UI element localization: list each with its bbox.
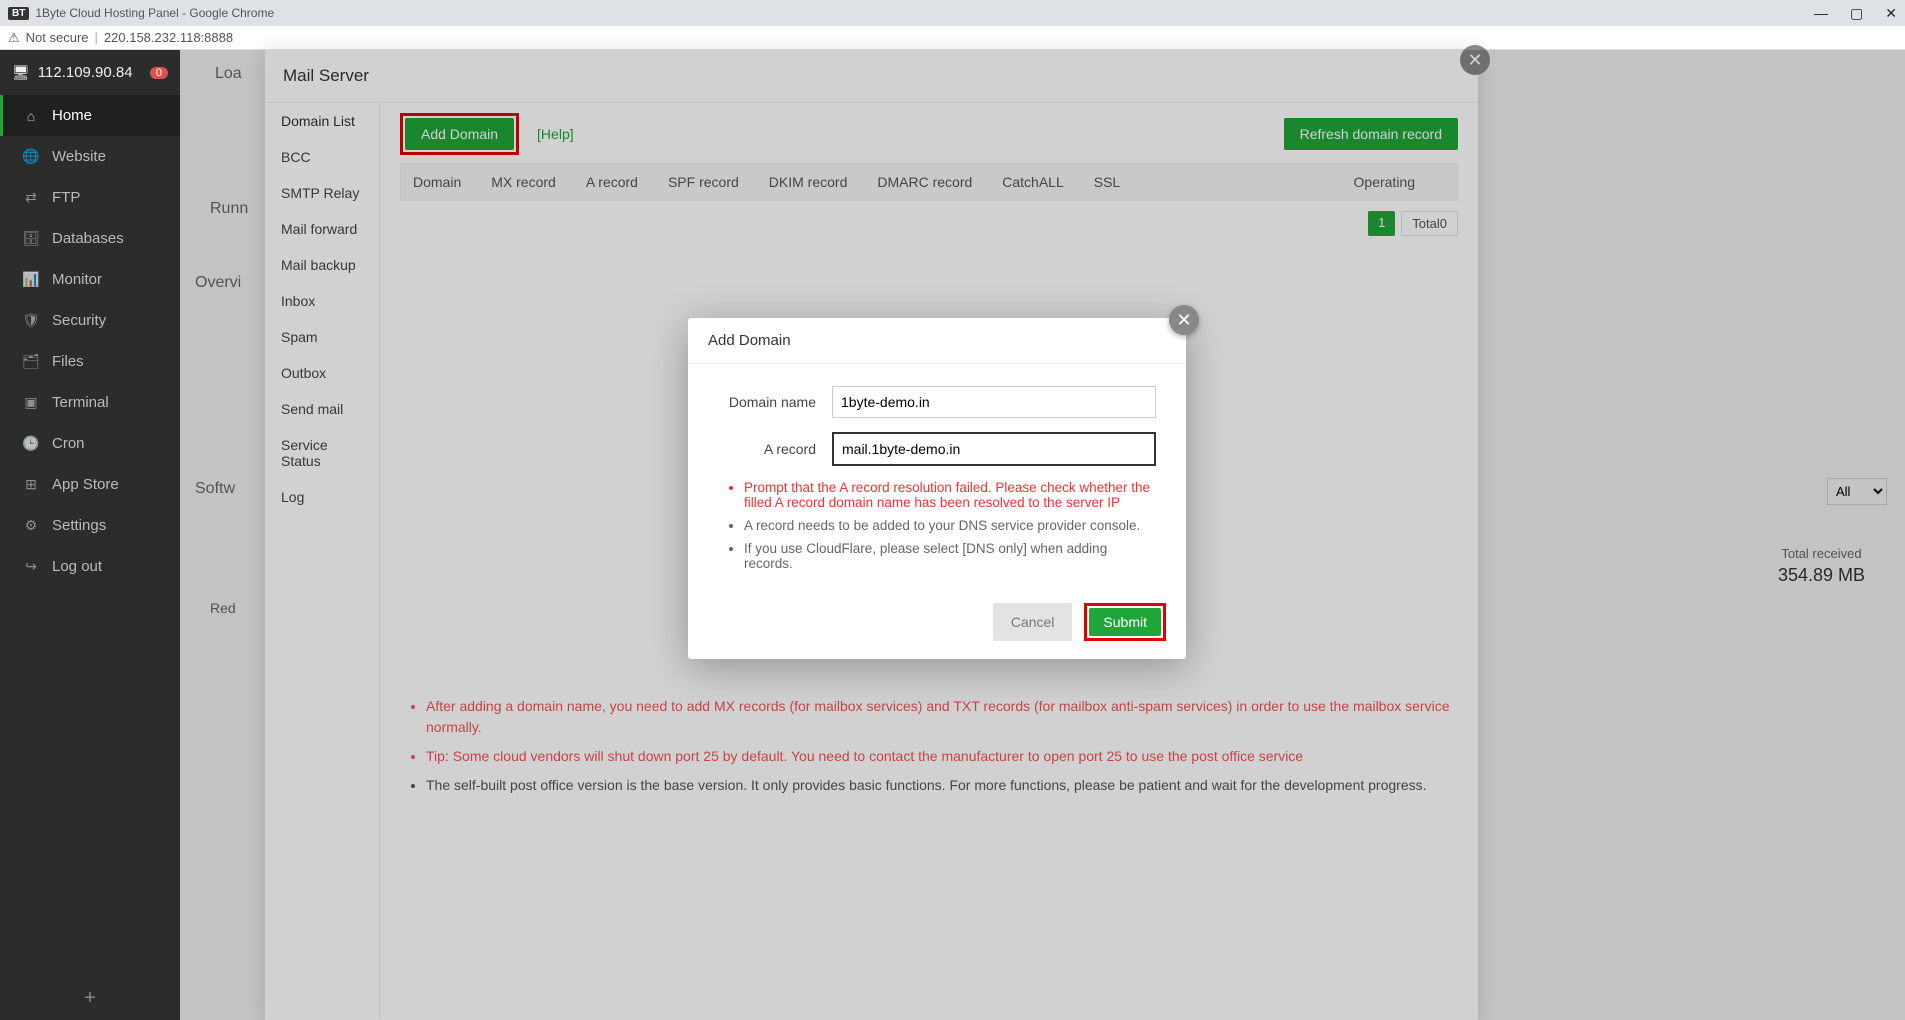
minimize-icon[interactable]: — — [1814, 5, 1828, 22]
sidebar-item-ftp[interactable]: ⇄ FTP — [0, 177, 180, 218]
nav-label: App Store — [52, 476, 119, 493]
nav-label: Monitor — [52, 271, 102, 288]
nav-label: Databases — [52, 230, 124, 247]
database-icon: 🗄 — [20, 230, 42, 247]
modal-notes: Prompt that the A record resolution fail… — [718, 480, 1156, 571]
sidebar-item-cron[interactable]: 🕒 Cron — [0, 423, 180, 464]
server-icon: 🖥 — [12, 64, 30, 81]
note-item: A record needs to be added to your DNS s… — [744, 518, 1156, 533]
insecure-label: Not secure — [26, 30, 89, 45]
close-window-icon[interactable]: ✕ — [1885, 5, 1897, 22]
logout-icon: ↪ — [20, 558, 42, 575]
folder-icon: 🗂 — [20, 353, 42, 370]
nav-label: Log out — [52, 558, 102, 575]
grid-icon: ⊞ — [20, 476, 42, 493]
sidebar-add-button[interactable]: + — [0, 977, 180, 1020]
modal-title: Add Domain — [688, 318, 1186, 364]
browser-urlbar[interactable]: ⚠ Not secure | 220.158.232.118:8888 — [0, 26, 1905, 50]
sidebar-item-databases[interactable]: 🗄 Databases — [0, 218, 180, 259]
ftp-icon: ⇄ — [20, 189, 42, 206]
nav-label: FTP — [52, 189, 80, 206]
note-item: If you use CloudFlare, please select [DN… — [744, 541, 1156, 571]
submit-button[interactable]: Submit — [1089, 608, 1161, 636]
bt-app-badge: BT — [8, 7, 29, 20]
warning-icon: ⚠ — [8, 30, 20, 46]
window-titlebar: BT 1Byte Cloud Hosting Panel - Google Ch… — [0, 0, 1905, 26]
shield-icon: 🛡 — [20, 312, 42, 329]
sidebar-item-website[interactable]: 🌐 Website — [0, 136, 180, 177]
note-item: Prompt that the A record resolution fail… — [744, 480, 1156, 510]
gear-icon: ⚙ — [20, 517, 42, 534]
nav-label: Website — [52, 148, 106, 165]
nav-label: Cron — [52, 435, 85, 452]
sidebar-item-files[interactable]: 🗂 Files — [0, 341, 180, 382]
globe-icon: 🌐 — [20, 148, 42, 165]
a-record-label: A record — [718, 441, 832, 457]
submit-highlight: Submit — [1084, 603, 1166, 641]
window-title: 1Byte Cloud Hosting Panel - Google Chrom… — [35, 6, 274, 20]
monitor-icon: 📊 — [20, 271, 42, 288]
nav-label: Security — [52, 312, 106, 329]
sidebar-item-logout[interactable]: ↪ Log out — [0, 546, 180, 587]
home-icon: ⌂ — [20, 108, 42, 124]
close-modal-icon[interactable]: ✕ — [1169, 305, 1199, 335]
alert-badge: 0 — [150, 67, 168, 79]
cancel-button[interactable]: Cancel — [993, 603, 1073, 641]
domain-name-label: Domain name — [718, 394, 832, 410]
nav-label: Files — [52, 353, 84, 370]
sidebar-nav: ⌂Home 🌐Website ⇄FTP 🗄Databases 📊Monitor … — [0, 95, 180, 977]
a-record-input[interactable] — [832, 432, 1156, 466]
server-ip-row[interactable]: 🖥 112.109.90.84 0 — [0, 50, 180, 95]
nav-label: Settings — [52, 517, 106, 534]
server-ip: 112.109.90.84 — [38, 64, 133, 81]
clock-icon: 🕒 — [20, 435, 42, 452]
sidebar-item-security[interactable]: 🛡 Security — [0, 300, 180, 341]
sidebar-item-terminal[interactable]: ▣ Terminal — [0, 382, 180, 423]
url-text: 220.158.232.118:8888 — [104, 30, 233, 45]
add-domain-modal: ✕ Add Domain Domain name A record Prompt… — [688, 318, 1186, 659]
nav-label: Terminal — [52, 394, 109, 411]
maximize-icon[interactable]: ▢ — [1850, 5, 1863, 22]
nav-label: Home — [52, 107, 92, 124]
sidebar-item-settings[interactable]: ⚙ Settings — [0, 505, 180, 546]
sidebar-item-home[interactable]: ⌂ Home — [0, 95, 180, 136]
main-area: Loa Runn Overvi Softw Red ✕ Mail Server … — [180, 50, 1905, 1020]
sidebar-item-appstore[interactable]: ⊞ App Store — [0, 464, 180, 505]
domain-name-input[interactable] — [832, 386, 1156, 418]
left-sidebar: 🖥 112.109.90.84 0 ⌂ Home 🌐 Website ⇄ FTP 🗄 D… — [0, 50, 180, 1020]
sidebar-item-monitor[interactable]: 📊 Monitor — [0, 259, 180, 300]
terminal-icon: ▣ — [20, 394, 42, 411]
